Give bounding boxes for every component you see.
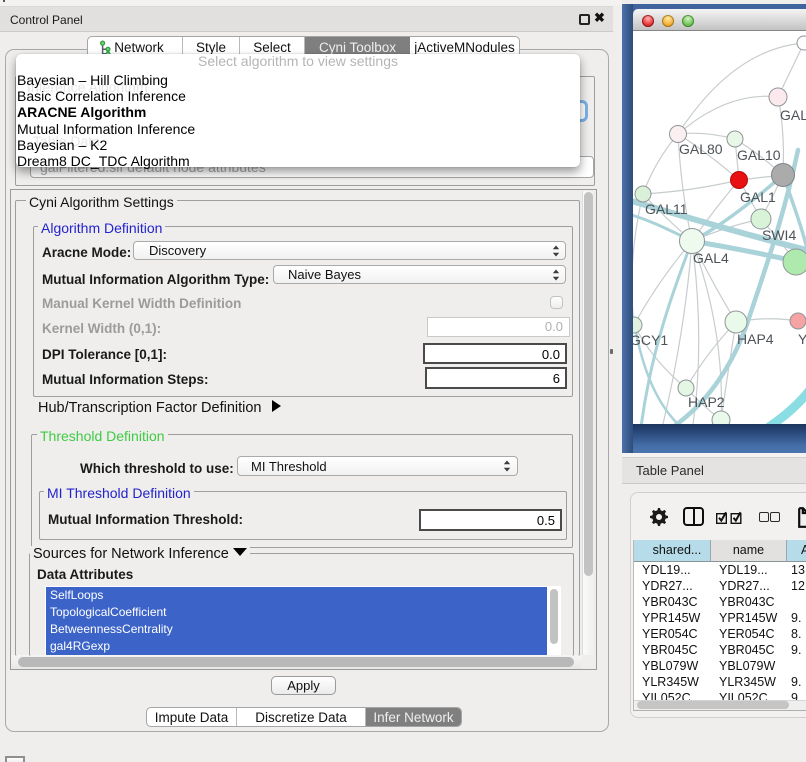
svg-text:GAL80: GAL80	[679, 141, 723, 157]
svg-text:GAL11: GAL11	[645, 201, 688, 217]
svg-text:GAL1: GAL1	[740, 189, 776, 205]
svg-text:HAP2: HAP2	[688, 394, 725, 410]
svg-text:YE: YE	[798, 331, 806, 347]
svg-text:GAL7: GAL7	[780, 107, 806, 123]
svg-text:HAP4: HAP4	[737, 331, 774, 347]
svg-text:GCY1: GCY1	[633, 332, 668, 348]
svg-text:SWI4: SWI4	[762, 227, 796, 243]
svg-text:GAL4: GAL4	[693, 250, 729, 266]
svg-text:GAL10: GAL10	[737, 147, 781, 163]
